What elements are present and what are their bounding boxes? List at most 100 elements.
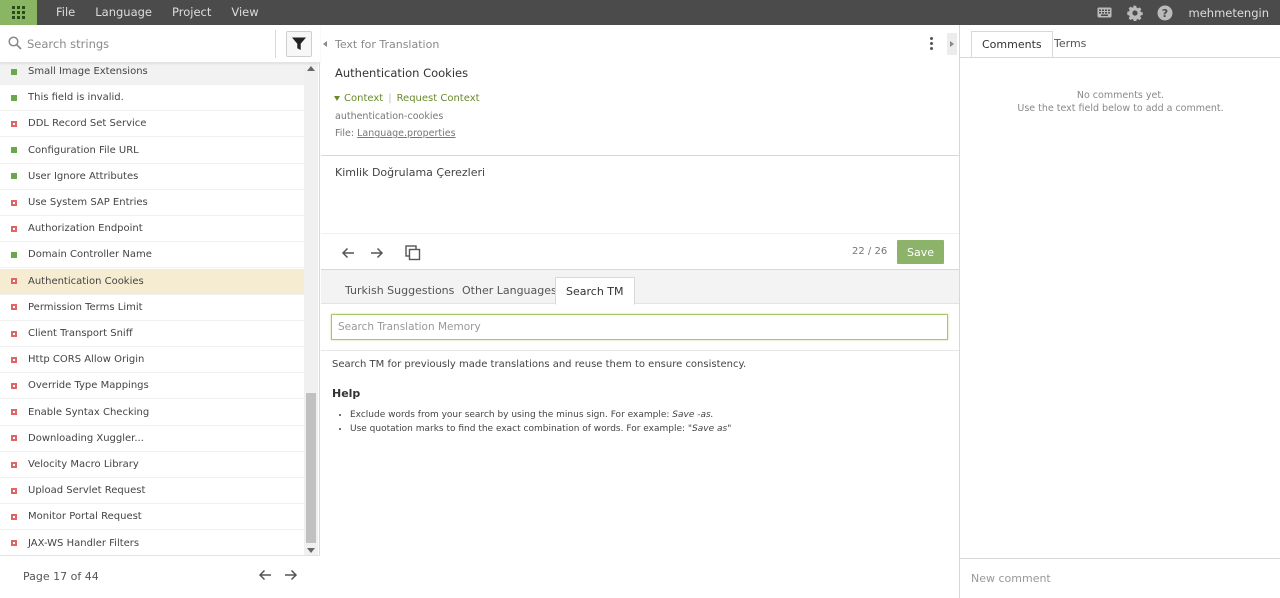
arrow-left-icon — [341, 247, 354, 259]
collapse-left-panel-icon[interactable] — [323, 41, 327, 47]
arrow-left-icon — [258, 569, 271, 581]
search-icon — [8, 36, 22, 53]
list-item[interactable]: Http CORS Allow Origin — [0, 347, 304, 374]
editor-divider — [321, 155, 959, 156]
help-icon[interactable]: ? — [1157, 5, 1173, 21]
list-item[interactable]: Enable Syntax Checking — [0, 400, 304, 426]
suggestion-tabs: Turkish Suggestions Other Languages Sear… — [321, 269, 959, 305]
scroll-up-arrow-icon[interactable] — [307, 66, 315, 71]
untranslated-status-icon — [11, 199, 17, 206]
menu-language[interactable]: Language — [85, 0, 162, 25]
list-item[interactable]: Use System SAP Entries — [0, 190, 304, 216]
more-options-icon[interactable] — [930, 37, 933, 50]
tm-divider — [321, 350, 959, 351]
source-text: Authentication Cookies — [335, 66, 469, 80]
request-context-link[interactable]: Request Context — [397, 93, 480, 104]
tab-search-tm[interactable]: Search TM — [555, 277, 635, 305]
toolbar-divider — [321, 233, 959, 234]
username[interactable]: mehmetengin — [1189, 6, 1270, 20]
copy-source-button[interactable] — [404, 244, 422, 262]
list-item[interactable]: Configuration File URL — [0, 138, 304, 164]
page-indicator: Page 17 of 44 — [23, 570, 99, 583]
help-item-text: Exclude words from your search by using … — [350, 410, 673, 420]
list-item-label: Monitor Portal Request — [28, 511, 142, 523]
list-item[interactable]: Downloading Xuggler... — [0, 426, 304, 452]
next-string-button[interactable] — [368, 244, 386, 262]
file-label: File: — [335, 128, 355, 139]
menu-file[interactable]: File — [46, 0, 85, 25]
file-link[interactable]: Language.properties — [357, 128, 455, 139]
list-item-label: Permission Terms Limit — [28, 301, 143, 313]
tab-terms[interactable]: Terms — [1044, 31, 1096, 58]
list-item[interactable]: JAX-WS Handler Filters — [0, 531, 304, 555]
list-item[interactable]: Client Transport Sniff — [0, 321, 304, 347]
previous-page-button[interactable] — [258, 569, 272, 584]
untranslated-status-icon — [11, 278, 17, 285]
tab-comments[interactable]: Comments — [971, 31, 1053, 58]
list-item[interactable]: Authorization Endpoint — [0, 216, 304, 243]
tab-other-languages[interactable]: Other Languages — [452, 277, 567, 305]
source-header: Text for Translation — [335, 38, 440, 51]
untranslated-status-icon — [11, 330, 17, 337]
list-item-label: JAX-WS Handler Filters — [28, 537, 140, 549]
context-row: Context | Request Context — [334, 93, 480, 104]
list-item-label: Enable Syntax Checking — [28, 406, 150, 418]
help-title: Help — [332, 387, 361, 400]
untranslated-status-icon — [11, 225, 17, 232]
menu-project[interactable]: Project — [162, 0, 221, 25]
arrow-right-icon — [285, 569, 298, 581]
list-item[interactable]: Monitor Portal Request — [0, 504, 304, 531]
untranslated-status-icon — [11, 461, 17, 468]
strings-search-bar — [0, 25, 320, 63]
caret-down-icon[interactable] — [334, 96, 340, 101]
list-item-label: Domain Controller Name — [28, 249, 152, 261]
top-right-controls: ? mehmetengin — [1097, 0, 1280, 25]
help-item: Exclude words from your search by using … — [350, 410, 731, 420]
translated-status-icon — [11, 147, 17, 154]
translation-textarea[interactable]: Kimlik Doğrulama Çerezleri — [335, 166, 935, 179]
apps-menu-button[interactable] — [0, 0, 37, 25]
list-item[interactable]: DDL Record Set Service — [0, 111, 304, 138]
untranslated-status-icon — [11, 487, 17, 494]
list-item-label: Client Transport Sniff — [28, 328, 133, 339]
collapse-right-panel-icon[interactable] — [947, 33, 957, 55]
context-toggle[interactable]: Context — [344, 93, 383, 104]
translated-status-icon — [11, 173, 17, 180]
gear-icon[interactable] — [1126, 4, 1143, 21]
search-tm-input[interactable] — [331, 314, 948, 340]
help-list: Exclude words from your search by using … — [350, 410, 731, 438]
menu-view[interactable]: View — [221, 0, 268, 25]
list-item[interactable]: Upload Servlet Request — [0, 478, 304, 505]
list-item[interactable]: User Ignore Attributes — [0, 164, 304, 190]
list-item-label: User Ignore Attributes — [28, 170, 139, 182]
next-page-button[interactable] — [284, 569, 298, 584]
list-item[interactable]: Override Type Mappings — [0, 373, 304, 400]
translation-editor: Text for Translation Authentication Cook… — [321, 25, 959, 598]
context-key: authentication-cookies — [335, 111, 444, 122]
list-item-label: Override Type Mappings — [28, 380, 149, 392]
filter-button[interactable] — [286, 31, 312, 57]
list-item[interactable]: Authentication Cookies — [0, 268, 304, 295]
tab-turkish-suggestions[interactable]: Turkish Suggestions — [335, 277, 464, 305]
new-comment-input[interactable] — [960, 558, 1280, 598]
strings-search-input[interactable] — [27, 34, 267, 54]
main-menu: File Language Project View — [46, 0, 269, 25]
save-button[interactable]: Save — [897, 240, 944, 264]
list-item-label: This field is invalid. — [28, 92, 124, 104]
list-item[interactable]: Domain Controller Name — [0, 242, 304, 269]
character-counter: 22 / 26 — [852, 246, 888, 257]
scroll-thumb[interactable] — [306, 393, 316, 543]
untranslated-status-icon — [11, 409, 17, 416]
previous-string-button[interactable] — [339, 244, 357, 262]
scroll-down-arrow-icon[interactable] — [307, 548, 315, 553]
help-item-example: "Save as" — [687, 424, 732, 434]
string-list-scrollbar[interactable] — [304, 63, 318, 556]
list-item[interactable]: Permission Terms Limit — [0, 295, 304, 321]
list-item-label: Authentication Cookies — [28, 275, 144, 287]
list-item[interactable]: Velocity Macro Library — [0, 452, 304, 478]
list-item[interactable]: This field is invalid. — [0, 85, 304, 112]
empty-comments-line1: No comments yet. — [1076, 90, 1165, 101]
help-item-example: Save -as. — [672, 410, 714, 420]
help-item: Use quotation marks to find the exact co… — [350, 424, 731, 434]
keyboard-icon[interactable] — [1097, 5, 1113, 21]
